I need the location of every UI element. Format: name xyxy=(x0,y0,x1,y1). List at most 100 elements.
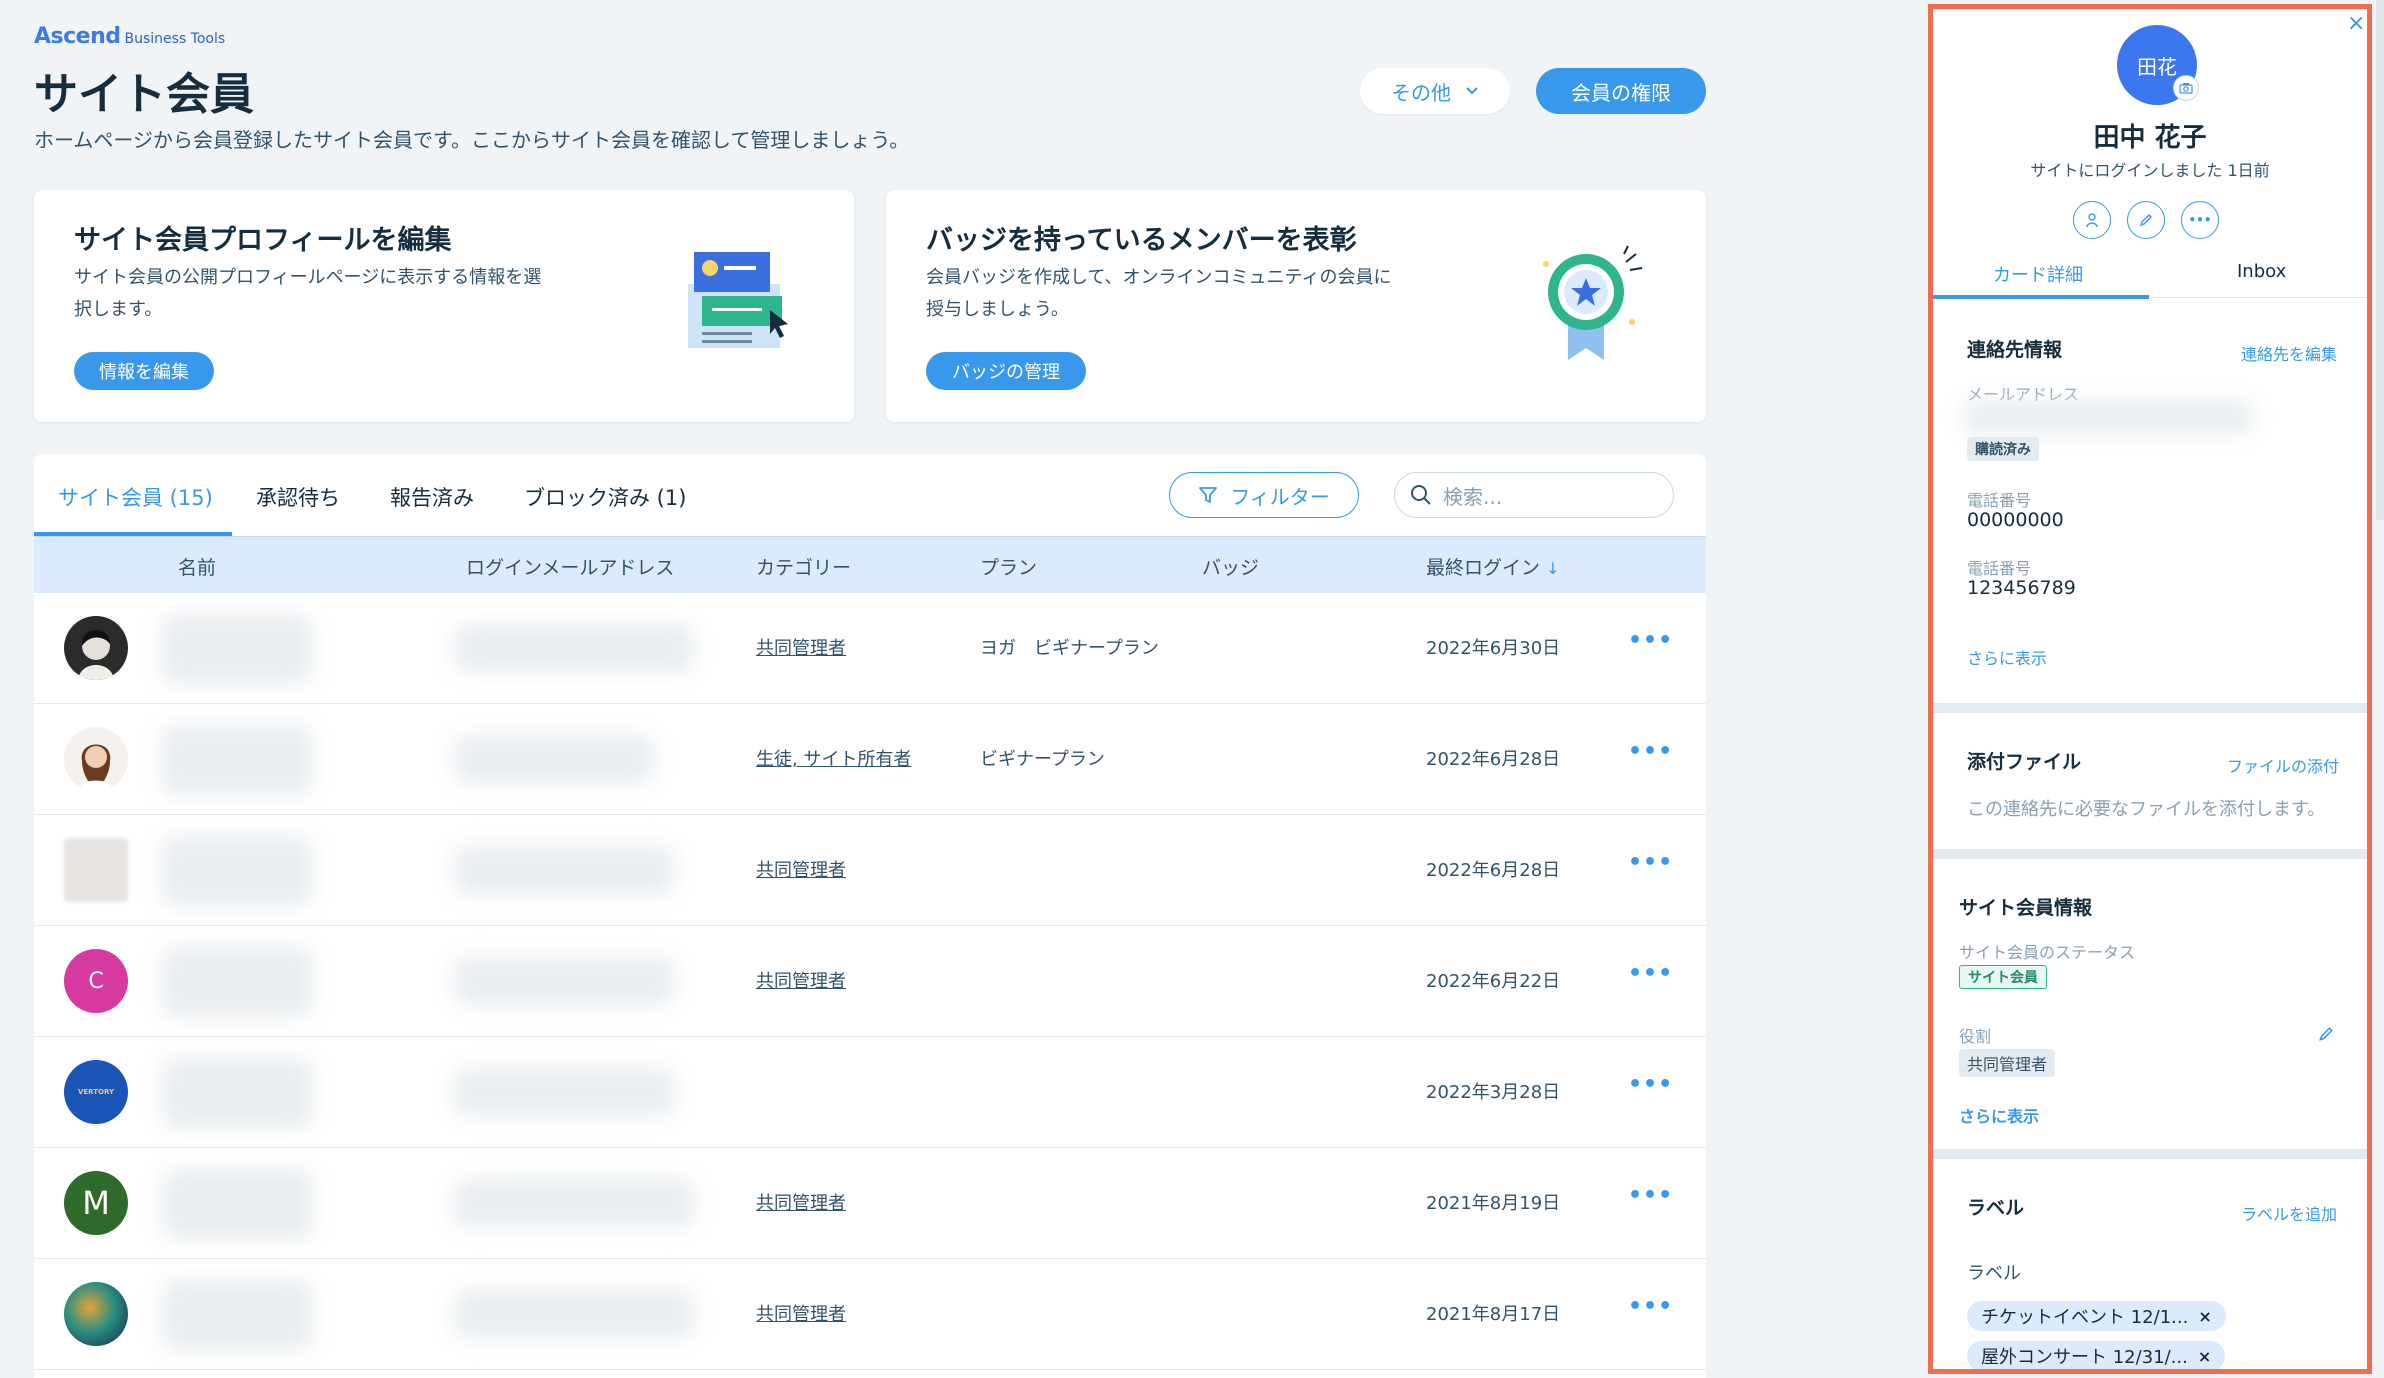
tab-site-members[interactable]: サイト会員 (15) xyxy=(58,482,213,512)
row-more-button[interactable]: ••• xyxy=(1628,1072,1673,1097)
row-more-button[interactable]: ••• xyxy=(1628,1183,1673,1208)
filter-button[interactable]: フィルター xyxy=(1169,472,1359,518)
category-link[interactable]: 生徒, サイト所有者 xyxy=(756,745,911,771)
last-login-date: 2022年3月28日 xyxy=(1426,1082,1561,1103)
avatar xyxy=(64,838,128,902)
category-link[interactable]: 共同管理者 xyxy=(756,634,846,660)
role-label: 役割 xyxy=(1959,1027,1992,1046)
tab-inbox[interactable]: Inbox xyxy=(2237,261,2286,282)
last-login-date: 2021年8月17日 xyxy=(1426,1304,1561,1325)
member-info-title: サイト会員情報 xyxy=(1959,897,2093,919)
row-more-button[interactable]: ••• xyxy=(1628,961,1673,986)
members-table: サイト会員 (15) 承認待ち 報告済み ブロック済み (1) フィルター 検索… xyxy=(34,454,1706,1378)
avatar: C xyxy=(64,949,128,1013)
search-placeholder: 検索... xyxy=(1443,484,1503,509)
close-icon[interactable]: × xyxy=(2347,11,2365,36)
category-link[interactable]: 共同管理者 xyxy=(756,967,846,993)
manage-badges-button[interactable]: バッジの管理 xyxy=(926,352,1086,390)
phone-value: 123456789 xyxy=(1967,577,2076,599)
table-header: 名前 ログインメールアドレス カテゴリー プラン バッジ 最終ログイン ↓ xyxy=(34,536,1706,593)
camera-icon[interactable] xyxy=(2173,75,2199,101)
category-link[interactable]: 共同管理者 xyxy=(756,1189,846,1215)
tab-pending[interactable]: 承認待ち xyxy=(256,482,340,512)
contact-panel: × 田花 田中 花子 サイトにログインしました 1日前 ••• カード詳細 In… xyxy=(1928,4,2372,1374)
label-chip[interactable]: 屋外コンサート 12/31/... × xyxy=(1967,1341,2226,1369)
search-input[interactable]: 検索... xyxy=(1394,472,1674,518)
show-more-link[interactable]: さらに表示 xyxy=(1967,645,2047,669)
avatar xyxy=(64,616,128,680)
more-options-button[interactable]: ••• xyxy=(2181,201,2219,239)
table-row[interactable]: 共同管理者 2021年8月17日 ••• xyxy=(34,1258,1706,1370)
member-status-label: サイト会員のステータス xyxy=(1959,943,2136,962)
last-login-date: 2022年6月22日 xyxy=(1426,971,1561,992)
role-tag: 共同管理者 xyxy=(1959,1049,2056,1077)
more-actions-button[interactable]: その他 xyxy=(1360,68,1510,114)
last-login-date: 2022年6月30日 xyxy=(1426,638,1561,659)
category-link[interactable]: 共同管理者 xyxy=(756,1300,846,1326)
profile-card-illustration-icon xyxy=(688,252,788,348)
tab-reported[interactable]: 報告済み xyxy=(390,482,474,512)
table-row[interactable]: M 共同管理者 2021年8月19日 ••• xyxy=(34,1147,1706,1259)
member-tabs: サイト会員 (15) 承認待ち 報告済み ブロック済み (1) フィルター 検索… xyxy=(34,454,1706,536)
filter-icon xyxy=(1199,487,1218,503)
member-status-badge: サイト会員 xyxy=(1959,965,2047,989)
col-plan[interactable]: プラン xyxy=(980,553,1037,580)
edit-contact-button[interactable] xyxy=(2127,201,2165,239)
chevron-down-icon xyxy=(1466,87,1478,95)
table-row[interactable]: 生徒, サイト所有者 ビギナープラン 2022年6月28日 ••• xyxy=(34,703,1706,815)
col-category[interactable]: カテゴリー xyxy=(756,553,851,580)
phone-label: 電話番号 xyxy=(1967,559,2032,578)
labels-subtitle: ラベル xyxy=(1967,1263,2021,1284)
last-login-status: サイトにログインしました 1日前 xyxy=(2030,161,2270,180)
avatar: M xyxy=(64,1171,128,1235)
contact-name: 田中 花子 xyxy=(2093,123,2207,153)
tab-blocked[interactable]: ブロック済み (1) xyxy=(524,482,686,512)
edit-info-button[interactable]: 情報を編集 xyxy=(74,352,214,390)
card-title: バッジを持っているメンバーを表彰 xyxy=(926,225,1357,256)
tab-divider xyxy=(2149,297,2367,298)
card-description: 会員バッジを作成して、オンラインコミュニティの会員に 授与しましょう。 xyxy=(926,267,1392,320)
row-more-button[interactable]: ••• xyxy=(1628,739,1673,764)
col-badge[interactable]: バッジ xyxy=(1202,553,1259,580)
edit-contact-link[interactable]: 連絡先を編集 xyxy=(2241,341,2337,365)
page-title: サイト会員 xyxy=(34,69,254,120)
page-subtitle: ホームページから会員登録したサイト会員です。ここからサイト会員を確認して管理しま… xyxy=(34,128,910,152)
labels-section-title: ラベル xyxy=(1967,1197,2025,1219)
edit-profile-card: サイト会員プロフィールを編集 サイト会員の公開プロフィールページに表示する情報を… xyxy=(34,190,854,422)
last-login-date: 2022年6月28日 xyxy=(1426,749,1561,770)
remove-label-icon[interactable]: × xyxy=(2198,1307,2211,1326)
plan-text: ヨガ ビギナープラン xyxy=(980,638,1159,659)
last-login-date: 2021年8月19日 xyxy=(1426,1193,1561,1214)
row-more-button[interactable]: ••• xyxy=(1628,850,1673,875)
col-name[interactable]: 名前 xyxy=(178,553,216,580)
files-empty-text: この連絡先に必要なファイルを添付します。 xyxy=(1967,799,2326,820)
search-icon xyxy=(1411,485,1431,505)
active-tab-indicator xyxy=(1933,295,2149,299)
col-last-login[interactable]: 最終ログイン ↓ xyxy=(1426,553,1559,580)
award-badge-illustration-icon xyxy=(1543,245,1643,360)
show-more-link[interactable]: さらに表示 xyxy=(1959,1103,2039,1127)
edit-role-pencil-icon[interactable] xyxy=(2317,1025,2335,1043)
member-permissions-button[interactable]: 会員の権限 xyxy=(1536,68,1706,114)
table-row[interactable]: C 共同管理者 2022年6月22日 ••• xyxy=(34,925,1706,1037)
label-chip[interactable]: チケットイベント 12/1... × xyxy=(1967,1301,2226,1331)
row-more-button[interactable]: ••• xyxy=(1628,628,1673,653)
table-row[interactable]: VERTORY 2022年3月28日 ••• xyxy=(34,1036,1706,1148)
attach-file-link[interactable]: ファイルの添付 xyxy=(2227,753,2339,777)
card-description: サイト会員の公開プロフィールページに表示する情報を選 択します。 xyxy=(74,267,542,320)
pencil-icon xyxy=(2139,214,2152,227)
files-section-title: 添付ファイル xyxy=(1967,751,2082,773)
panel-scrollbar[interactable] xyxy=(2376,0,2384,520)
row-more-button[interactable]: ••• xyxy=(1628,1294,1673,1319)
tab-card-details[interactable]: カード詳細 xyxy=(1993,261,2083,287)
subscribed-badge: 購読済み xyxy=(1967,437,2039,461)
more-actions-label: その他 xyxy=(1391,80,1451,105)
phone-value: 00000000 xyxy=(1967,509,2064,531)
category-link[interactable]: 共同管理者 xyxy=(756,856,846,882)
table-row[interactable]: 共同管理者 2022年6月28日 ••• xyxy=(34,814,1706,926)
col-login-email[interactable]: ログインメールアドレス xyxy=(466,553,674,580)
table-row[interactable]: 共同管理者 ヨガ ビギナープラン 2022年6月30日 ••• xyxy=(34,592,1706,704)
remove-label-icon[interactable]: × xyxy=(2198,1347,2211,1366)
add-label-link[interactable]: ラベルを追加 xyxy=(2241,1201,2337,1225)
view-profile-button[interactable] xyxy=(2073,201,2111,239)
